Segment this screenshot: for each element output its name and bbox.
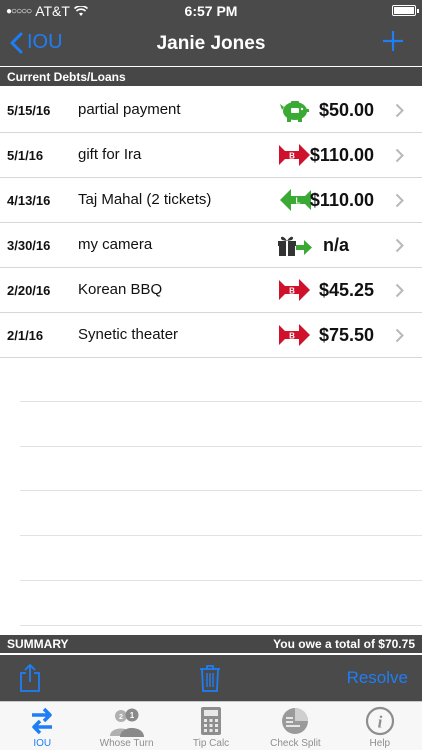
item-description: partial payment	[78, 101, 181, 118]
tab-help[interactable]: i Help	[338, 702, 422, 750]
gift-arrow-icon	[278, 236, 312, 256]
empty-row	[20, 402, 422, 447]
empty-row	[20, 447, 422, 492]
item-amount: $75.50	[318, 325, 374, 345]
item-description: Synetic theater	[78, 326, 179, 343]
empty-row	[20, 536, 422, 581]
chevron-right-icon	[395, 148, 404, 163]
pie-chart-icon	[282, 708, 309, 734]
item-amount: $110.00	[309, 190, 374, 210]
svg-text:1: 1	[129, 711, 134, 720]
calculator-icon	[201, 707, 222, 735]
people-icon: 2 1	[109, 708, 144, 737]
summary-label: SUMMARY	[7, 637, 69, 651]
summary-bar: SUMMARY You owe a total of $70.75	[0, 635, 422, 653]
section-header: Current Debts/Loans	[0, 67, 422, 86]
plus-icon	[383, 31, 403, 51]
add-button[interactable]	[382, 30, 404, 57]
tab-whose-turn[interactable]: 2 1 Whose Turn	[84, 702, 168, 750]
trash-icon	[200, 665, 220, 692]
chevron-right-icon	[395, 193, 404, 208]
item-date: 4/13/16	[7, 193, 51, 208]
item-amount: $45.25	[318, 280, 374, 300]
svg-text:2: 2	[119, 714, 123, 721]
status-bar: ●○○○○ AT&T 6:57 PM	[0, 0, 422, 22]
empty-row	[20, 491, 422, 537]
debt-list: 5/15/16 partial payment $50.00 5/1/16 gi…	[0, 88, 422, 358]
resolve-button[interactable]: Resolve	[347, 668, 408, 688]
item-date: 3/30/16	[7, 238, 51, 253]
item-amount: $110.00	[309, 145, 374, 165]
summary-total: You owe a total of $70.75	[273, 637, 415, 651]
tab-label: Whose Turn	[99, 738, 154, 749]
chevron-right-icon	[395, 283, 404, 298]
item-description: Korean BBQ	[78, 281, 163, 298]
page-title: Janie Jones	[156, 33, 266, 54]
item-description: Taj Mahal (2 tickets)	[78, 191, 212, 208]
delete-button[interactable]	[199, 663, 221, 698]
list-item[interactable]: 5/1/16 gift for Ira B $110.00	[0, 133, 422, 178]
item-date: 2/1/16	[7, 328, 44, 343]
item-date: 2/20/16	[7, 283, 51, 298]
item-description: gift for Ira	[78, 146, 142, 163]
list-item[interactable]: 5/15/16 partial payment $50.00	[0, 88, 422, 133]
list-item[interactable]: 2/1/16 Synetic theater B $75.50	[0, 313, 422, 358]
item-amount: n/a	[322, 235, 349, 255]
item-description: my camera	[78, 236, 153, 253]
info-icon: i	[365, 706, 394, 736]
tab-label: Tip Calc	[192, 738, 230, 749]
empty-row	[20, 357, 422, 402]
tab-bar: IOU 2 1 Whose Turn Tip Calc Check Split …	[0, 701, 422, 750]
svg-text:i: i	[377, 713, 382, 732]
tab-label: Check Split	[270, 738, 321, 749]
chevron-right-icon	[395, 103, 404, 118]
share-icon	[20, 663, 40, 692]
tab-label: Help	[369, 738, 391, 749]
tab-tip-calc[interactable]: Tip Calc	[169, 702, 253, 750]
tab-iou[interactable]: IOU	[0, 702, 84, 750]
tab-check-split[interactable]: Check Split	[253, 702, 337, 750]
chevron-right-icon	[395, 328, 404, 343]
tab-label: IOU	[33, 738, 52, 749]
status-time: 6:57 PM	[184, 3, 238, 19]
bottom-toolbar: Resolve	[0, 655, 422, 701]
navigation-bar: IOU Janie Jones	[0, 22, 422, 66]
empty-list-area	[0, 357, 422, 626]
item-date: 5/15/16	[7, 103, 51, 118]
list-item[interactable]: 2/20/16 Korean BBQ B $45.25	[0, 268, 422, 313]
item-amount: $50.00	[318, 100, 374, 120]
empty-row	[20, 581, 422, 626]
item-date: 5/1/16	[7, 148, 44, 163]
list-item[interactable]: 3/30/16 my camera n/a	[0, 223, 422, 268]
share-button[interactable]	[18, 663, 42, 698]
list-item[interactable]: 4/13/16 Taj Mahal (2 tickets) L $110.00	[0, 178, 422, 223]
chevron-right-icon	[395, 238, 404, 253]
swap-arrows-icon	[32, 707, 53, 735]
battery-icon	[392, 5, 419, 16]
